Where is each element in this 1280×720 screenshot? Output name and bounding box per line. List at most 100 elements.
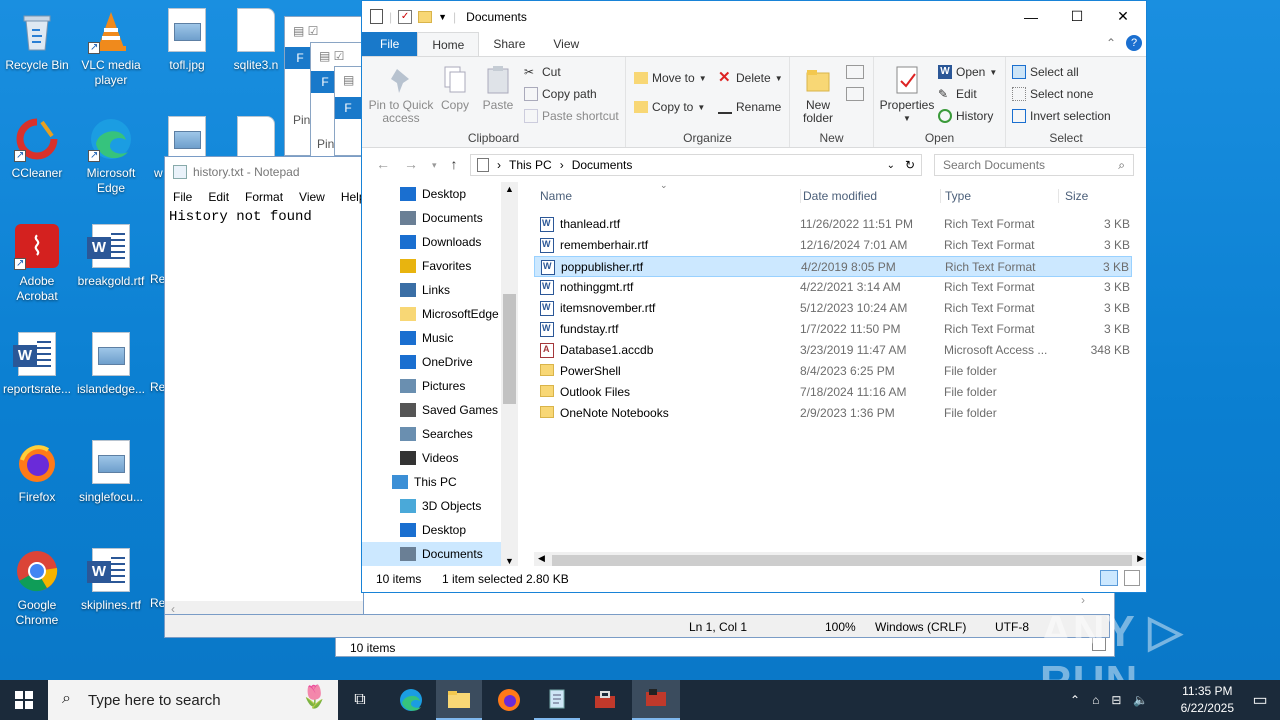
image-file-icon[interactable]: islandedge... <box>74 332 148 397</box>
start-button[interactable] <box>0 680 48 720</box>
tab-view[interactable]: View <box>539 32 593 56</box>
paste-button[interactable]: Paste <box>478 65 518 112</box>
edit-button[interactable]: ✎ Edit <box>938 87 977 101</box>
nav-item[interactable]: Pictures <box>362 374 502 398</box>
ccleaner-icon[interactable]: CCleaner <box>0 116 74 181</box>
nav-item[interactable]: Desktop <box>362 182 502 206</box>
notepad-text-area[interactable]: History not found <box>165 207 363 597</box>
app-taskbar-icon[interactable] <box>632 680 680 720</box>
file-list-scroll-thumb[interactable] <box>552 555 1132 566</box>
nav-item[interactable]: Videos <box>362 446 502 470</box>
details-view-icon[interactable] <box>1100 570 1118 586</box>
firefox-taskbar-icon[interactable] <box>486 680 532 720</box>
notepad-taskbar-icon[interactable] <box>534 680 580 720</box>
task-view-icon[interactable]: ⧉ <box>338 680 382 720</box>
word-doc-icon[interactable]: W breakgold.rtf <box>74 224 148 289</box>
checklist-qat-icon[interactable]: ✓ <box>398 9 413 24</box>
scroll-down-icon[interactable]: ▼ <box>505 556 514 566</box>
adobe-acrobat-icon[interactable]: ⌇ Adobe Acrobat <box>0 224 74 304</box>
show-hidden-icons[interactable]: ⌃ <box>1070 693 1080 707</box>
tab-home[interactable]: Home <box>417 32 480 56</box>
help-icon[interactable]: ? <box>1126 35 1142 51</box>
menu-edit[interactable]: Edit <box>208 190 229 204</box>
nav-item[interactable]: Saved Games <box>362 398 502 422</box>
word-doc-icon[interactable]: W reportsrate... <box>0 332 74 397</box>
address-dropdown-icon[interactable]: ⌄ <box>887 160 895 171</box>
file-row[interactable]: rememberhair.rtf 12/16/2024 7:01 AM Rich T… <box>534 235 1132 256</box>
menu-file[interactable]: File <box>173 190 192 204</box>
file-row[interactable]: Outlook Files 7/18/2024 11:16 AM File fold… <box>534 382 1132 403</box>
recycle-bin-icon[interactable]: Recycle Bin <box>0 8 74 73</box>
new-folder-button[interactable]: New folder <box>796 65 840 125</box>
file-row[interactable]: poppublisher.rtf 4/2/2019 8:05 PM Rich Tex… <box>534 256 1132 277</box>
tab-file[interactable]: File <box>362 32 418 56</box>
properties-qat-icon[interactable] <box>370 9 383 24</box>
volume-icon[interactable]: 🔈 <box>1133 693 1148 707</box>
refresh-icon[interactable]: ↻ <box>905 158 915 172</box>
copy-button[interactable]: Copy <box>436 65 474 112</box>
image-file-icon[interactable]: singlefocu... <box>74 440 148 505</box>
file-row[interactable]: PowerShell 8/4/2023 6:25 PM File folder <box>534 361 1132 382</box>
nav-item[interactable]: Searches <box>362 422 502 446</box>
column-name[interactable]: Name <box>540 189 572 203</box>
tab-share[interactable]: Share <box>479 32 539 56</box>
nav-item[interactable]: MicrosoftEdge <box>362 302 502 326</box>
file-row[interactable]: Database1.accdb 3/23/2019 11:47 AM Microso… <box>534 340 1132 361</box>
nav-scroll-thumb[interactable] <box>503 294 516 404</box>
history-button[interactable]: History <box>938 109 993 123</box>
large-icons-view-icon[interactable] <box>1124 570 1140 586</box>
file-row[interactable]: fundstay.rtf 1/7/2022 11:50 PM Rich Text F… <box>534 319 1132 340</box>
nav-item[interactable]: Downloads <box>362 230 502 254</box>
explorer-window[interactable]: | ✓ ▼ | Documents — ☐ ✕ File Home Share … <box>361 0 1147 593</box>
file-row[interactable]: OneNote Notebooks 2/9/2023 1:36 PM File fo… <box>534 403 1132 424</box>
nav-item[interactable]: OneDrive <box>362 350 502 374</box>
notepad-titlebar[interactable]: history.txt - Notepad <box>165 157 363 187</box>
search-input[interactable]: Search Documents ⌕ <box>934 154 1134 176</box>
breadcrumb-this-pc[interactable]: This PC <box>509 158 552 172</box>
open-button[interactable]: W Open ▼ <box>938 65 997 79</box>
nav-item[interactable]: 3D Objects <box>362 494 502 518</box>
easy-access-icon[interactable] <box>846 87 864 101</box>
new-item-icon[interactable] <box>846 65 864 79</box>
notepad-window[interactable]: history.txt - Notepad File Edit Format V… <box>164 156 366 638</box>
column-date-modified[interactable]: Date modified <box>800 189 877 203</box>
nav-scrollbar[interactable]: ▲ ▼ <box>501 182 518 568</box>
nav-item[interactable]: Music <box>362 326 502 350</box>
network-icon[interactable]: ⊟ <box>1111 693 1121 707</box>
nav-item[interactable]: Desktop <box>362 518 502 542</box>
select-all-button[interactable]: Select all <box>1012 65 1079 79</box>
column-type[interactable]: Type <box>940 189 971 203</box>
qat-dropdown-icon[interactable]: ▼ <box>438 12 447 22</box>
cut-button[interactable]: ✂ Cut <box>524 65 561 79</box>
column-size[interactable]: Size <box>1058 189 1088 203</box>
scroll-left-icon[interactable]: ◀ <box>538 553 545 564</box>
edge-icon[interactable]: Microsoft Edge <box>74 116 148 196</box>
menu-format[interactable]: Format <box>245 190 283 204</box>
image-file-icon[interactable]: tofl.jpg <box>150 8 224 73</box>
paste-shortcut-button[interactable]: Paste shortcut <box>524 109 619 123</box>
vlc-icon[interactable]: VLC media player <box>74 8 148 88</box>
nav-item[interactable]: This PC <box>362 470 502 494</box>
nav-item[interactable]: Documents <box>362 542 502 566</box>
file-icon[interactable]: sqlite3.n <box>226 8 286 73</box>
firefox-icon[interactable]: Firefox <box>0 440 74 505</box>
properties-button[interactable]: Properties ▼ <box>878 65 936 125</box>
breadcrumb-documents[interactable]: Documents <box>572 158 633 172</box>
copy-to-button[interactable]: Copy to ▼ <box>634 100 705 114</box>
forward-icon[interactable]: → <box>404 156 418 174</box>
clock[interactable]: 11:35 PM 6/22/2025 <box>1181 683 1234 717</box>
new-folder-qat-icon[interactable] <box>418 10 433 23</box>
file-row[interactable]: itemsnovember.rtf 5/12/2023 10:24 AM Rich … <box>534 298 1132 319</box>
nav-item[interactable]: Documents <box>362 206 502 230</box>
invert-selection-button[interactable]: Invert selection <box>1012 109 1111 123</box>
network-status-icon[interactable]: ⌂ <box>1092 693 1099 707</box>
maximize-button[interactable]: ☐ <box>1054 1 1100 32</box>
word-doc-icon[interactable]: W skiplines.rtf <box>74 548 148 613</box>
nav-item[interactable]: Favorites <box>362 254 502 278</box>
delete-button[interactable]: ✕ Delete ▼ <box>718 70 783 85</box>
close-button[interactable]: ✕ <box>1100 1 1146 32</box>
up-icon[interactable]: ↑ <box>451 156 458 174</box>
rename-button[interactable]: Rename <box>718 100 781 114</box>
explorer-taskbar-icon[interactable] <box>436 680 482 720</box>
recent-locations-icon[interactable]: ▾ <box>432 156 437 174</box>
